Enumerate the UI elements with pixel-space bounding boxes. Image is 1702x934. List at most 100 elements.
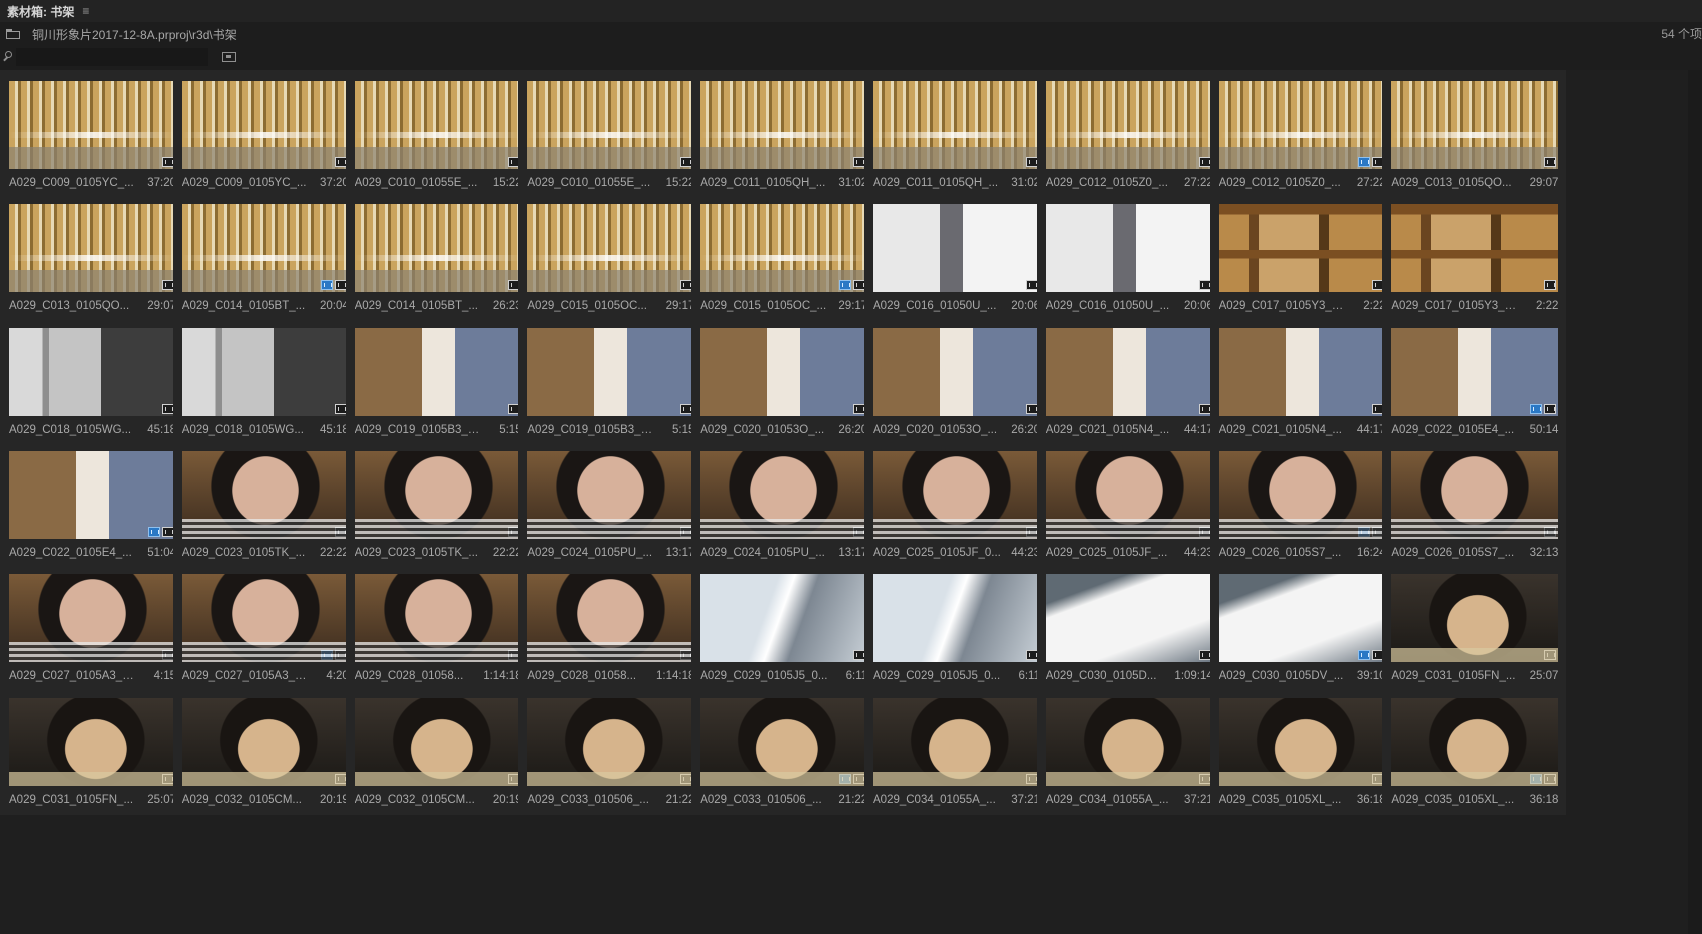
clip-thumbnail[interactable] (700, 204, 868, 293)
clip-thumbnail[interactable] (527, 204, 695, 293)
clip-thumbnail[interactable] (181, 327, 349, 416)
clip-tile[interactable]: A029_C026_0105S7_... 32:13 (1382, 439, 1567, 568)
clip-tile[interactable]: A029_C009_0105YC_... 37:20 (172, 70, 357, 198)
clip-tile[interactable]: A029_C032_0105CM... 20:19 (345, 686, 530, 815)
clip-tile[interactable]: A029_C028_01058... 1:14:18 (345, 563, 530, 692)
clip-thumbnail[interactable] (1045, 327, 1213, 416)
clip-thumbnail[interactable] (1218, 697, 1386, 786)
clip-thumbnail[interactable] (1045, 574, 1213, 663)
clip-thumbnail[interactable] (1218, 327, 1386, 416)
clip-tile[interactable]: A029_C022_0105E4_... 51:04 (0, 439, 184, 568)
clip-tile[interactable]: A029_C012_0105Z0_... 27:22 (1209, 70, 1394, 198)
clip-thumbnail[interactable] (700, 450, 868, 539)
clip-thumbnail[interactable] (1045, 450, 1213, 539)
clip-tile[interactable]: A029_C034_01055A_... 37:21 (1036, 686, 1221, 815)
clip-tile[interactable]: A029_C012_0105Z0_... 27:22 (1036, 70, 1221, 198)
clip-tile[interactable]: A029_C013_0105QO... 29:07 (1382, 70, 1567, 198)
clip-tile[interactable]: A029_C029_0105J5_0... 6:11 (864, 563, 1048, 692)
clip-tile[interactable]: A029_C010_01055E_... 15:22 (518, 70, 703, 198)
clip-tile[interactable]: A029_C028_01058... 1:14:18 (518, 563, 703, 692)
new-search-bin-icon[interactable] (222, 52, 236, 62)
clip-tile[interactable]: A029_C010_01055E_... 15:22 (345, 70, 530, 198)
clip-tile[interactable]: A029_C032_0105CM... 20:19 (172, 686, 357, 815)
clip-tile[interactable]: A029_C014_0105BT_... 20:04 (172, 193, 357, 322)
clip-thumbnail[interactable] (354, 204, 522, 293)
clip-tile[interactable]: A029_C018_0105WG... 45:18 (0, 316, 184, 445)
clip-tile[interactable]: A029_C025_0105JF_0... 44:23 (864, 439, 1048, 568)
clip-thumbnail[interactable] (1045, 81, 1213, 169)
clip-tile[interactable]: A029_C030_0105D... 1:09:14 (1036, 563, 1221, 692)
clip-tile[interactable]: A029_C015_0105OC_... 29:17 (691, 193, 876, 322)
clip-thumbnail[interactable] (1391, 81, 1559, 169)
clip-thumbnail[interactable] (700, 81, 868, 169)
search-input[interactable] (16, 48, 208, 66)
clip-tile[interactable]: A029_C035_0105XL_... 36:18 (1209, 686, 1394, 815)
clip-thumbnail[interactable] (1218, 81, 1386, 169)
clip-tile[interactable]: A029_C027_0105A3_0... 4:20 (172, 563, 357, 692)
clip-tile[interactable]: A029_C034_01055A_... 37:21 (864, 686, 1048, 815)
clip-tile[interactable]: A029_C017_0105Y3_0... 2:22 (1382, 193, 1567, 322)
clip-tile[interactable]: A029_C021_0105N4_... 44:17 (1036, 316, 1221, 445)
clip-thumbnail[interactable] (527, 574, 695, 663)
clip-tile[interactable]: A029_C011_0105QH_... 31:02 (864, 70, 1048, 198)
clip-thumbnail[interactable] (527, 81, 695, 169)
clip-tile[interactable]: A029_C019_0105B3_0... 5:15 (345, 316, 530, 445)
clip-tile[interactable]: A029_C030_0105DV_... 39:10 (1209, 563, 1394, 692)
clip-thumbnail[interactable] (1218, 574, 1386, 663)
clip-thumbnail[interactable] (181, 204, 349, 293)
clip-thumbnail[interactable] (873, 327, 1040, 416)
clip-thumbnail[interactable] (181, 574, 349, 663)
clip-tile[interactable]: A029_C016_01050U_... 20:06 (1036, 193, 1221, 322)
clip-thumbnail[interactable] (1391, 574, 1559, 663)
clip-tile[interactable]: A029_C019_0105B3_0... 5:15 (518, 316, 703, 445)
clip-thumbnail[interactable] (700, 574, 868, 663)
clip-tile[interactable]: A029_C035_0105XL_... 36:18 (1382, 686, 1567, 815)
clip-thumbnail[interactable] (873, 574, 1040, 663)
clip-thumbnail[interactable] (527, 697, 695, 786)
clip-thumbnail[interactable] (527, 450, 695, 539)
clip-thumbnail[interactable] (1045, 697, 1213, 786)
clip-thumbnail[interactable] (1391, 697, 1559, 786)
clip-tile[interactable]: A029_C031_0105FN_... 25:07 (0, 686, 184, 815)
panel-menu-icon[interactable]: ≡ (82, 4, 89, 18)
clip-thumbnail[interactable] (354, 574, 522, 663)
clip-thumbnail[interactable] (9, 450, 176, 539)
clip-tile[interactable]: A029_C011_0105QH_... 31:02 (691, 70, 876, 198)
clip-tile[interactable]: A029_C014_0105BT_... 26:23 (345, 193, 530, 322)
clip-tile[interactable]: A029_C022_0105E4_... 50:14 (1382, 316, 1567, 445)
clip-thumbnail[interactable] (354, 450, 522, 539)
clip-thumbnail[interactable] (1218, 450, 1386, 539)
clip-tile[interactable]: A029_C026_0105S7_... 16:24 (1209, 439, 1394, 568)
clip-tile[interactable]: A029_C016_01050U_... 20:06 (864, 193, 1048, 322)
clip-thumbnail[interactable] (9, 697, 176, 786)
clip-thumbnail[interactable] (181, 81, 349, 169)
clip-tile[interactable]: A029_C023_0105TK_... 22:22 (345, 439, 530, 568)
clip-tile[interactable]: A029_C018_0105WG... 45:18 (172, 316, 357, 445)
clip-thumbnail[interactable] (1391, 204, 1559, 293)
clip-tile[interactable]: A029_C021_0105N4_... 44:17 (1209, 316, 1394, 445)
clip-thumbnail[interactable] (1391, 450, 1559, 539)
folder-icon[interactable] (6, 29, 20, 39)
clip-thumbnail[interactable] (354, 327, 522, 416)
clip-thumbnail[interactable] (700, 697, 868, 786)
clip-thumbnail[interactable] (9, 327, 176, 416)
clip-tile[interactable]: A029_C033_010506_... 21:22 (691, 686, 876, 815)
clip-tile[interactable]: A029_C017_0105Y3_0... 2:22 (1209, 193, 1394, 322)
clip-thumbnail[interactable] (873, 81, 1040, 169)
clip-tile[interactable]: A029_C033_010506_... 21:22 (518, 686, 703, 815)
clip-thumbnail[interactable] (354, 697, 522, 786)
clip-thumbnail[interactable] (181, 450, 349, 539)
clip-tile[interactable]: A029_C027_0105A3_0... 4:15 (0, 563, 184, 692)
clip-tile[interactable]: A029_C029_0105J5_0... 6:11 (691, 563, 876, 692)
clip-tile[interactable]: A029_C024_0105PU_... 13:17 (691, 439, 876, 568)
clip-tile[interactable]: A029_C015_0105OC... 29:17 (518, 193, 703, 322)
clip-thumbnail[interactable] (873, 697, 1040, 786)
clip-thumbnail[interactable] (873, 450, 1040, 539)
clip-tile[interactable]: A029_C009_0105YC_... 37:20 (0, 70, 184, 198)
clip-tile[interactable]: A029_C023_0105TK_... 22:22 (172, 439, 357, 568)
clip-tile[interactable]: A029_C020_01053O_... 26:20 (864, 316, 1048, 445)
clip-tile[interactable]: A029_C020_01053O_... 26:20 (691, 316, 876, 445)
clip-tile[interactable]: A029_C025_0105JF_... 44:23 (1036, 439, 1221, 568)
clip-thumbnail[interactable] (181, 697, 349, 786)
clip-thumbnail[interactable] (9, 574, 176, 663)
